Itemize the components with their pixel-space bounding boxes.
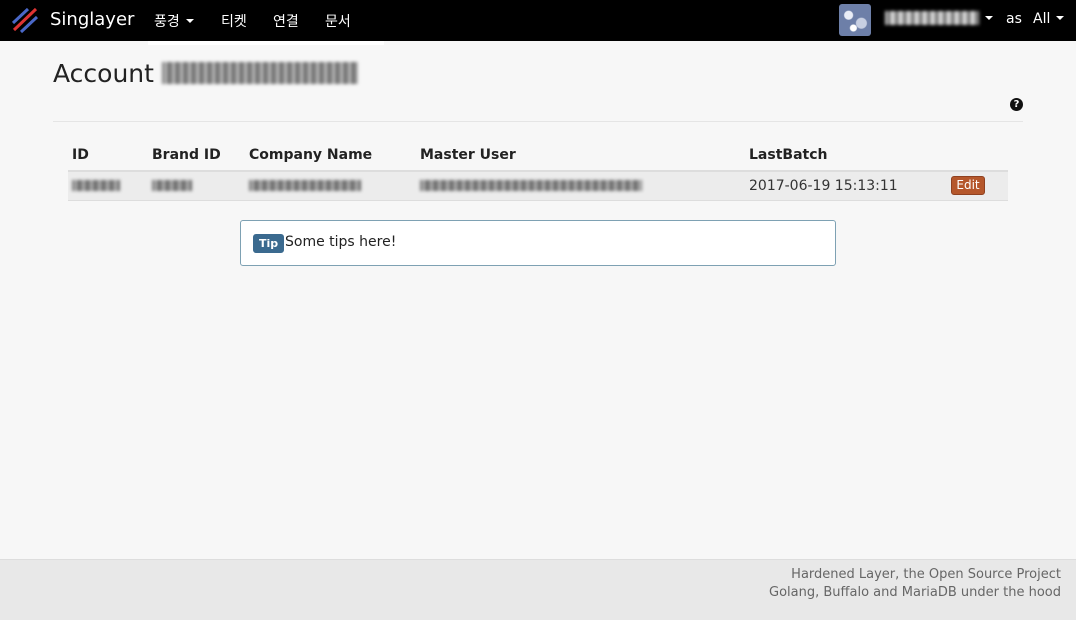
brand-name[interactable]: Singlayer xyxy=(50,9,134,30)
caret-down-icon xyxy=(985,16,993,20)
cell-brand-id xyxy=(152,178,192,194)
cell-company-name xyxy=(249,178,361,194)
singlayer-logo-icon[interactable] xyxy=(11,6,39,34)
column-header-company-name: Company Name xyxy=(249,147,373,163)
nav-menu-label: 풍경 xyxy=(154,14,180,30)
as-label: as xyxy=(1006,11,1022,27)
redacted-value xyxy=(420,180,642,191)
cell-id xyxy=(72,178,120,194)
nav-menu-docs[interactable]: 문서 xyxy=(325,11,351,31)
page-title-prefix: Account xyxy=(53,59,154,88)
column-header-last-batch: LastBatch xyxy=(749,147,828,163)
caret-down-icon xyxy=(185,19,194,23)
tip-box: Tip Some tips here! xyxy=(240,220,836,266)
page-title: Account xyxy=(53,59,358,88)
scope-label: All xyxy=(1033,11,1051,27)
user-menu[interactable] xyxy=(885,11,993,27)
redacted-value xyxy=(72,180,120,191)
redacted-username xyxy=(885,11,979,25)
question-circle-icon[interactable]: ? xyxy=(1010,98,1023,111)
column-header-master-user: Master User xyxy=(420,147,516,163)
user-avatar[interactable] xyxy=(839,4,871,36)
nav-menu-landscape[interactable]: 풍경 xyxy=(154,11,194,31)
cell-master-user xyxy=(420,178,642,194)
caret-down-icon xyxy=(1056,16,1065,20)
redacted-account-name xyxy=(161,62,358,84)
accounts-table: ID Brand ID Company Name Master User Las… xyxy=(68,141,1008,201)
top-navbar: Singlayer 풍경 티켓 연결 문서 as All xyxy=(0,0,1076,41)
column-header-id: ID xyxy=(72,147,89,163)
tip-badge: Tip xyxy=(253,234,285,253)
tip-text: Some tips here! xyxy=(285,234,397,250)
redacted-value xyxy=(249,180,361,191)
redacted-value xyxy=(152,180,192,191)
cell-last-batch: 2017-06-19 15:13:11 xyxy=(749,178,898,194)
nav-menu-tickets[interactable]: 티켓 xyxy=(221,11,247,31)
edit-button[interactable]: Edit xyxy=(951,176,985,195)
header-divider xyxy=(53,121,1023,122)
footer-line-stack: Golang, Buffalo and MariaDB under the ho… xyxy=(769,585,1061,600)
footer: Hardened Layer, the Open Source Project … xyxy=(0,559,1076,620)
scope-menu[interactable]: All xyxy=(1033,11,1065,27)
table-row: 2017-06-19 15:13:11 Edit xyxy=(68,172,1008,201)
footer-line-project: Hardened Layer, the Open Source Project xyxy=(791,567,1061,582)
nav-menu-connections[interactable]: 연결 xyxy=(273,11,299,31)
nav-underline xyxy=(148,41,384,45)
column-header-brand-id: Brand ID xyxy=(152,147,221,163)
table-header-row: ID Brand ID Company Name Master User Las… xyxy=(68,141,1008,172)
